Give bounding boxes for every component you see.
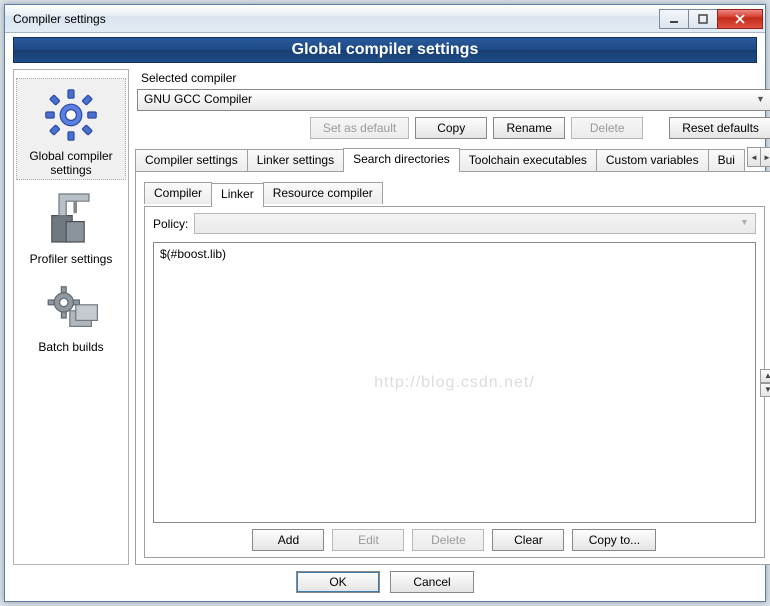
sidebar-item-global-compiler[interactable]: Global compiler settings — [16, 78, 126, 180]
compiler-button-row: Set as default Copy Rename Delete Reset … — [135, 117, 770, 139]
window-controls — [660, 9, 763, 29]
profiler-icon — [39, 186, 103, 250]
subtab-compiler[interactable]: Compiler — [144, 182, 212, 204]
sidebar-item-profiler[interactable]: Profiler settings — [16, 182, 126, 268]
reset-defaults-button[interactable]: Reset defaults — [669, 117, 770, 139]
close-button[interactable] — [717, 9, 763, 29]
policy-label: Policy: — [153, 217, 188, 231]
policy-select[interactable] — [194, 213, 756, 234]
tab-build-options-truncated[interactable]: Bui — [708, 149, 745, 171]
ok-button[interactable]: OK — [296, 571, 380, 593]
sidebar-item-label: Batch builds — [16, 340, 126, 354]
delete-compiler-button: Delete — [571, 117, 643, 139]
sidebar-item-label: Global compiler settings — [17, 149, 125, 177]
page-heading: Global compiler settings — [13, 37, 757, 63]
main-tabstrip: Compiler settings Linker settings Search… — [135, 147, 770, 172]
copy-compiler-button[interactable]: Copy — [415, 117, 487, 139]
compiler-select-value: GNU GCC Compiler — [144, 92, 252, 106]
settings-panel: Selected compiler GNU GCC Compiler Set a… — [135, 69, 770, 565]
directory-buttons: Add Edit Delete Clear Copy to... — [153, 529, 756, 551]
rename-compiler-button[interactable]: Rename — [493, 117, 565, 139]
sub-tabstrip: Compiler Linker Resource compiler — [144, 182, 765, 207]
clear-button[interactable]: Clear — [492, 529, 564, 551]
tab-toolchain-executables[interactable]: Toolchain executables — [459, 149, 597, 171]
list-item[interactable]: $(#boost.lib) — [160, 247, 749, 261]
dialog-window: Compiler settings Global compiler settin… — [4, 4, 766, 602]
selected-compiler-label: Selected compiler — [141, 71, 770, 85]
subtab-linker[interactable]: Linker — [211, 183, 264, 207]
category-sidebar: Global compiler settings Profiler settin… — [13, 69, 129, 565]
minimize-button[interactable] — [659, 9, 689, 29]
copy-to-button[interactable]: Copy to... — [572, 529, 656, 551]
window-title: Compiler settings — [13, 12, 660, 26]
dialog-content: Global compiler settings — [5, 33, 765, 601]
set-default-button: Set as default — [310, 117, 409, 139]
dialog-button-row: OK Cancel — [13, 565, 757, 595]
move-up-button[interactable]: ▲ — [760, 369, 770, 383]
tab-linker-settings[interactable]: Linker settings — [247, 149, 344, 171]
linker-dirs-frame: Policy: $(#boost.lib) http://blog.csdn.n… — [144, 207, 765, 558]
sidebar-item-label: Profiler settings — [16, 252, 126, 266]
move-down-button[interactable]: ▼ — [760, 383, 770, 397]
tab-scroll-right[interactable]: ► — [760, 147, 770, 167]
watermark-text: http://blog.csdn.net/ — [374, 374, 535, 392]
sidebar-item-batch-builds[interactable]: Batch builds — [16, 270, 126, 356]
maximize-button[interactable] — [688, 9, 718, 29]
tabpage-search-directories: Compiler Linker Resource compiler Policy… — [135, 172, 770, 565]
gear-icon — [39, 83, 103, 147]
titlebar[interactable]: Compiler settings — [5, 5, 765, 33]
add-button[interactable]: Add — [252, 529, 324, 551]
directory-list[interactable]: $(#boost.lib) http://blog.csdn.net/ — [153, 242, 756, 523]
batch-icon — [39, 274, 103, 338]
cancel-button[interactable]: Cancel — [390, 571, 474, 593]
delete-dir-button: Delete — [412, 529, 484, 551]
tab-search-directories[interactable]: Search directories — [343, 148, 460, 172]
subtab-resource-compiler[interactable]: Resource compiler — [263, 182, 383, 204]
tab-custom-variables[interactable]: Custom variables — [596, 149, 709, 171]
tab-scroll-left[interactable]: ◄ — [747, 147, 761, 167]
edit-button: Edit — [332, 529, 404, 551]
tab-compiler-settings[interactable]: Compiler settings — [135, 149, 248, 171]
compiler-select[interactable]: GNU GCC Compiler — [137, 89, 770, 111]
